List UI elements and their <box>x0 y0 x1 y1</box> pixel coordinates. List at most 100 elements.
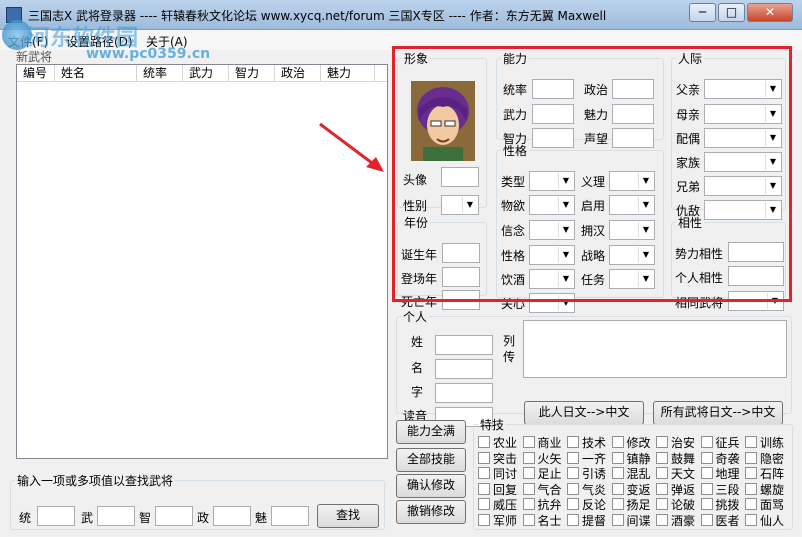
new-general-label[interactable]: 新武将 <box>16 48 52 65</box>
skill-checkbox[interactable] <box>700 436 713 448</box>
skill-checkbox[interactable] <box>478 467 490 480</box>
all-skills-button[interactable]: 全部技能 <box>396 448 466 472</box>
skill-checkbox[interactable] <box>478 498 490 511</box>
skill-checkbox[interactable] <box>700 451 713 464</box>
skill-label: 天文 <box>671 467 696 482</box>
skill-label: 酒豪 <box>671 514 696 528</box>
skill-checkbox[interactable] <box>567 482 579 495</box>
col-name[interactable]: 姓名 <box>55 65 137 82</box>
skill-checkbox[interactable] <box>567 436 579 448</box>
skill-checkbox[interactable] <box>522 467 535 480</box>
search-charm-input[interactable] <box>271 506 309 526</box>
col-pol[interactable]: 政治 <box>275 65 321 82</box>
skill-label: 螺旋 <box>760 482 785 497</box>
red-arrow-annotation <box>319 122 384 172</box>
skill-label: 论破 <box>671 498 696 513</box>
col-int[interactable]: 智力 <box>229 65 275 82</box>
skill-checkbox[interactable] <box>522 514 535 526</box>
col-charm[interactable]: 魅力 <box>321 65 375 82</box>
skill-label: 引诱 <box>582 467 607 482</box>
skill-checkbox[interactable] <box>522 451 535 464</box>
skill-checkbox[interactable] <box>478 451 490 464</box>
skill-checkbox[interactable] <box>656 436 668 448</box>
skill-checkbox[interactable] <box>656 467 668 480</box>
search-war-input[interactable] <box>97 506 135 526</box>
skill-checkbox[interactable] <box>611 467 624 480</box>
close-button[interactable]: ✕ <box>747 3 793 22</box>
given-name-label: 名 <box>411 361 424 375</box>
skill-checkbox[interactable] <box>745 514 757 526</box>
skill-checkbox[interactable] <box>745 467 757 480</box>
skill-checkbox[interactable] <box>611 498 624 511</box>
watermark-url: www.pc0359.cn <box>86 46 211 62</box>
skill-checkbox[interactable] <box>745 482 757 495</box>
skill-checkbox[interactable] <box>611 514 624 526</box>
skill-label: 抗弁 <box>537 498 562 513</box>
skill-label: 奇袭 <box>715 451 740 466</box>
cancel-edit-button[interactable]: 撤销修改 <box>396 500 466 524</box>
skill-label: 足止 <box>537 467 562 482</box>
skill-label: 扬足 <box>626 498 651 513</box>
confirm-edit-button[interactable]: 确认修改 <box>396 474 466 498</box>
skill-checkbox[interactable] <box>700 514 713 526</box>
skill-checkbox[interactable] <box>611 482 624 495</box>
skill-checkbox[interactable] <box>700 482 713 495</box>
search-pol-input[interactable] <box>213 506 251 526</box>
skill-checkbox[interactable] <box>567 514 579 526</box>
skill-checkbox[interactable] <box>522 436 535 448</box>
col-war[interactable]: 武力 <box>183 65 229 82</box>
skill-label: 技术 <box>582 436 607 450</box>
skill-checkbox[interactable] <box>611 436 624 448</box>
surname-input[interactable] <box>435 335 493 355</box>
biography-textarea[interactable] <box>523 320 787 378</box>
skill-label: 间谍 <box>626 514 651 528</box>
skill-checkbox[interactable] <box>478 482 490 495</box>
col-id[interactable]: 编号 <box>17 65 55 82</box>
skill-label: 治安 <box>671 436 696 450</box>
skill-label: 弹返 <box>671 482 696 497</box>
skill-checkbox[interactable] <box>656 451 668 464</box>
skill-checkbox[interactable] <box>611 451 624 464</box>
skill-checkbox[interactable] <box>745 451 757 464</box>
skill-checkbox[interactable] <box>567 451 579 464</box>
skill-checkbox[interactable] <box>522 482 535 495</box>
search-command-input[interactable] <box>37 506 75 526</box>
col-command[interactable]: 统率 <box>137 65 183 82</box>
skill-checkbox[interactable] <box>745 436 757 448</box>
max-ability-button[interactable]: 能力全满 <box>396 420 466 444</box>
search-label-pol: 政 <box>197 511 210 525</box>
skill-label: 地理 <box>715 467 740 482</box>
search-legend: 输入一项或多项值以查找武将 <box>17 474 174 488</box>
skill-label: 训练 <box>760 436 785 450</box>
skill-label: 仙人 <box>760 514 785 528</box>
skill-checkbox[interactable] <box>478 436 490 448</box>
skill-checkbox[interactable] <box>478 514 490 526</box>
skill-checkbox[interactable] <box>656 514 668 526</box>
skill-checkbox[interactable] <box>656 498 668 511</box>
skill-label: 石阵 <box>760 467 785 482</box>
skill-label: 突击 <box>493 451 518 466</box>
find-button[interactable]: 查找 <box>317 504 379 528</box>
skill-label: 征兵 <box>715 436 740 450</box>
skill-label: 提督 <box>582 514 607 528</box>
skill-checkbox[interactable] <box>522 498 535 511</box>
maximize-button[interactable]: □ <box>718 3 745 22</box>
given-name-input[interactable] <box>435 359 493 379</box>
skill-label: 三段 <box>715 482 740 497</box>
skill-checkbox[interactable] <box>656 482 668 495</box>
minimize-button[interactable]: ─ <box>689 3 716 22</box>
skill-label: 一齐 <box>582 451 607 466</box>
skill-checkbox[interactable] <box>745 498 757 511</box>
skill-checkbox[interactable] <box>700 498 713 511</box>
courtesy-name-input[interactable] <box>435 383 493 403</box>
skill-checkbox[interactable] <box>567 467 579 480</box>
personal-legend: 个人 <box>403 310 428 324</box>
skill-checkbox[interactable] <box>700 467 713 480</box>
search-int-input[interactable] <box>155 506 193 526</box>
search-label-war: 武 <box>81 511 94 525</box>
biography-label: 列传 <box>503 334 516 364</box>
search-label-command: 统 <box>19 511 32 525</box>
skill-label: 商业 <box>537 436 562 450</box>
skill-checkbox[interactable] <box>567 498 579 511</box>
skill-label: 隐密 <box>760 451 785 466</box>
